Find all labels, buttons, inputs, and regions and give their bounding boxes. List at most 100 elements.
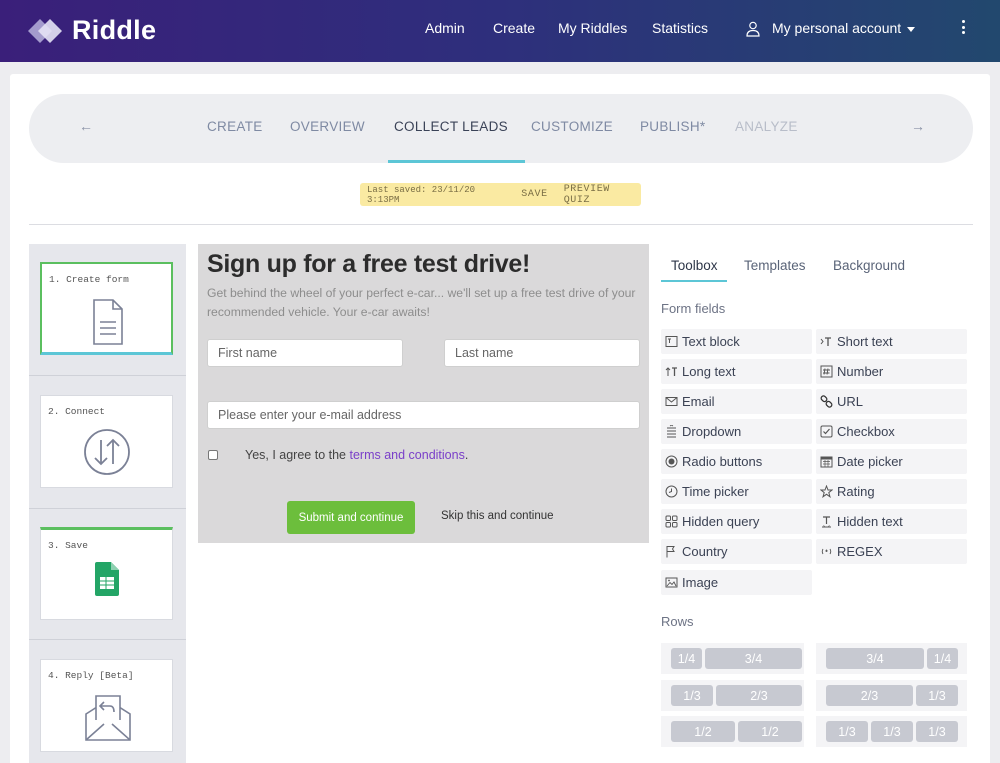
field-label: Country bbox=[682, 544, 728, 559]
prev-step-arrow-icon[interactable]: ← bbox=[79, 118, 93, 134]
sidebar-card-create-form[interactable]: 1. Create form bbox=[40, 262, 173, 355]
last-name-input[interactable]: Last name bbox=[444, 339, 640, 367]
star-icon bbox=[820, 485, 833, 498]
row-layout-three-quarter-quarter[interactable]: 3/4 1/4 bbox=[816, 643, 967, 674]
sidebar-card-connect[interactable]: 2. Connect bbox=[40, 395, 173, 488]
field-dropdown[interactable]: Dropdown bbox=[661, 419, 812, 444]
riddle-logo[interactable]: Riddle bbox=[26, 14, 156, 46]
tab-background[interactable]: Background bbox=[833, 258, 905, 273]
first-name-input[interactable]: First name bbox=[207, 339, 403, 367]
sidebar-card-reply[interactable]: 4. Reply [Beta] bbox=[40, 659, 173, 752]
row-box: 2/3 bbox=[716, 685, 802, 706]
step-create[interactable]: CREATE bbox=[207, 119, 263, 134]
row-box: 1/3 bbox=[671, 685, 713, 706]
card-label: 4. Reply [Beta] bbox=[48, 670, 134, 681]
field-time-picker[interactable]: Time picker bbox=[661, 479, 812, 504]
field-email[interactable]: Email bbox=[661, 389, 812, 414]
step-navigation: ← CREATE OVERVIEW COLLECT LEADS CUSTOMIZ… bbox=[29, 94, 973, 163]
row-layout-quarter-three-quarter[interactable]: 1/4 3/4 bbox=[661, 643, 804, 674]
regex-icon bbox=[821, 548, 832, 555]
sidebar-separator bbox=[29, 375, 186, 376]
next-step-arrow-icon[interactable]: → bbox=[911, 118, 925, 134]
user-icon bbox=[746, 21, 760, 37]
riddle-logo-icon bbox=[28, 19, 62, 43]
field-label: Checkbox bbox=[837, 424, 895, 439]
terms-label-suffix: . bbox=[464, 448, 469, 462]
skip-link[interactable]: Skip this and continue bbox=[441, 510, 554, 522]
account-menu[interactable]: My personal account bbox=[772, 20, 916, 36]
field-number[interactable]: Number bbox=[816, 359, 967, 384]
field-country[interactable]: Country bbox=[661, 539, 812, 564]
row-box: 1/3 bbox=[916, 721, 958, 742]
field-radio-buttons[interactable]: Radio buttons bbox=[661, 449, 812, 474]
document-icon bbox=[93, 299, 123, 345]
active-tab-underline bbox=[661, 280, 727, 282]
google-sheets-icon bbox=[95, 562, 119, 596]
more-vertical-icon[interactable] bbox=[962, 20, 966, 34]
terms-checkbox[interactable] bbox=[208, 450, 218, 460]
field-rating[interactable]: Rating bbox=[816, 479, 967, 504]
sidebar-card-save[interactable]: 3. Save bbox=[40, 527, 173, 620]
last-saved-status: Last saved: 23/11/20 3:13PM bbox=[367, 184, 476, 205]
active-step-underline bbox=[388, 160, 525, 163]
checkbox-icon bbox=[820, 425, 833, 438]
nav-my-riddles[interactable]: My Riddles bbox=[558, 20, 627, 36]
terms-label: Yes, I agree to the terms and conditions… bbox=[245, 448, 468, 462]
step-publish[interactable]: PUBLISH* bbox=[640, 119, 705, 134]
field-label: Short text bbox=[837, 334, 893, 349]
field-label: REGEX bbox=[837, 544, 883, 559]
calendar-icon bbox=[820, 456, 833, 468]
top-navbar: Riddle Admin Create My Riddles Statistic… bbox=[0, 0, 1000, 62]
rows-title: Rows bbox=[661, 614, 694, 629]
preview-quiz-button[interactable]: PREVIEW QUIZ bbox=[564, 184, 641, 206]
row-layout-half-half[interactable]: 1/2 1/2 bbox=[661, 716, 804, 747]
save-button[interactable]: SAVE bbox=[521, 189, 547, 200]
step-customize[interactable]: CUSTOMIZE bbox=[531, 119, 613, 134]
field-checkbox[interactable]: Checkbox bbox=[816, 419, 967, 444]
flag-icon bbox=[666, 546, 675, 558]
form-description[interactable]: Get behind the wheel of your perfect e-c… bbox=[207, 284, 647, 322]
form-title[interactable]: Sign up for a free test drive! bbox=[207, 250, 530, 279]
field-label: Radio buttons bbox=[682, 454, 763, 469]
main-panel: ← CREATE OVERVIEW COLLECT LEADS CUSTOMIZ… bbox=[10, 74, 990, 763]
field-short-text[interactable]: Short text bbox=[816, 329, 967, 354]
field-hidden-query[interactable]: Hidden query bbox=[661, 509, 812, 534]
field-label: Email bbox=[682, 394, 715, 409]
field-date-picker[interactable]: Date picker bbox=[816, 449, 967, 474]
submit-button[interactable]: Submit and continue bbox=[287, 501, 415, 534]
field-hidden-text[interactable]: Hidden text bbox=[816, 509, 967, 534]
field-label: Time picker bbox=[682, 484, 749, 499]
step-analyze: ANALYZE bbox=[735, 119, 798, 134]
field-image[interactable]: Image bbox=[661, 570, 812, 595]
row-box: 1/2 bbox=[738, 721, 802, 742]
row-box: 1/4 bbox=[671, 648, 702, 669]
tab-templates[interactable]: Templates bbox=[744, 258, 806, 273]
short-text-icon bbox=[820, 337, 831, 346]
caret-down-icon bbox=[907, 26, 916, 32]
email-input[interactable]: Please enter your e-mail address bbox=[207, 401, 640, 429]
field-label: Rating bbox=[837, 484, 875, 499]
field-long-text[interactable]: Long text bbox=[661, 359, 812, 384]
form-preview: Sign up for a free test drive! Get behin… bbox=[198, 244, 649, 543]
nav-statistics[interactable]: Statistics bbox=[652, 20, 708, 36]
step-collect-leads[interactable]: COLLECT LEADS bbox=[394, 119, 508, 134]
step-overview[interactable]: OVERVIEW bbox=[290, 119, 365, 134]
email-icon bbox=[665, 397, 678, 406]
row-layout-two-thirds-third[interactable]: 2/3 1/3 bbox=[816, 680, 967, 711]
field-label: Date picker bbox=[837, 454, 903, 469]
sync-arrows-icon bbox=[84, 429, 130, 475]
link-icon bbox=[820, 395, 833, 408]
field-text-block[interactable]: Text block bbox=[661, 329, 812, 354]
tab-toolbox[interactable]: Toolbox bbox=[671, 258, 718, 273]
terms-link[interactable]: terms and conditions bbox=[349, 448, 464, 462]
row-layout-thirds[interactable]: 1/3 1/3 1/3 bbox=[816, 716, 967, 747]
nav-admin[interactable]: Admin bbox=[425, 20, 465, 36]
row-box: 2/3 bbox=[826, 685, 913, 706]
field-url[interactable]: URL bbox=[816, 389, 967, 414]
row-layout-third-two-thirds[interactable]: 1/3 2/3 bbox=[661, 680, 804, 711]
nav-create[interactable]: Create bbox=[493, 20, 535, 36]
clock-icon bbox=[665, 485, 678, 498]
field-label: Number bbox=[837, 364, 884, 379]
long-text-icon bbox=[665, 367, 677, 376]
field-regex[interactable]: REGEX bbox=[816, 539, 967, 564]
